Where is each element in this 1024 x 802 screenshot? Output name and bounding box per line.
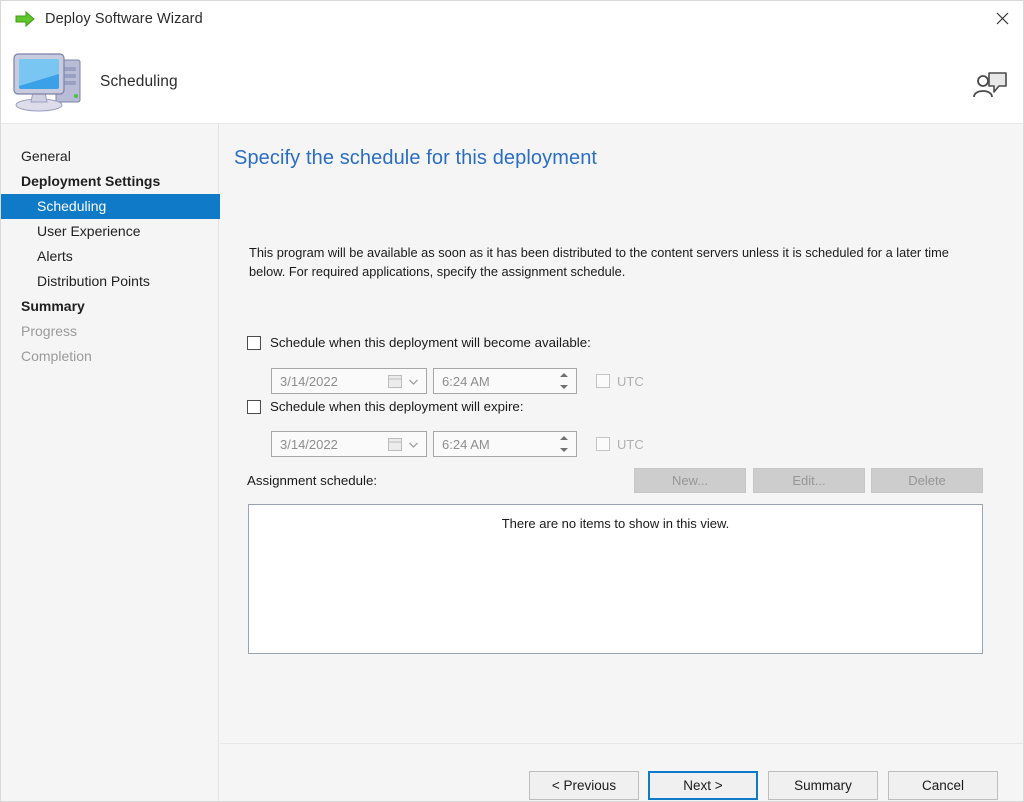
sidebar-item-label: Completion — [21, 348, 92, 364]
schedule-available-label: Schedule when this deployment will becom… — [270, 335, 591, 350]
title-bar-left-group: Deploy Software Wizard — [15, 10, 203, 28]
expire-date-input[interactable]: 3/14/2022 — [271, 431, 427, 457]
assignment-delete-button: Delete — [871, 468, 983, 493]
sidebar-item-scheduling[interactable]: Scheduling — [1, 194, 249, 219]
assignment-schedule-label: Assignment schedule: — [247, 473, 377, 488]
available-time-value: 6:24 AM — [434, 374, 490, 389]
schedule-available-fields: 3/14/2022 6:24 AM — [271, 368, 644, 394]
wizard-footer: < Previous Next > Summary Cancel — [220, 744, 1024, 802]
schedule-expire-label: Schedule when this deployment will expir… — [270, 399, 524, 414]
calendar-icon — [388, 437, 402, 451]
cancel-button[interactable]: Cancel — [888, 771, 998, 800]
page-title: Specify the schedule for this deployment — [234, 147, 597, 170]
sidebar-item-alerts[interactable]: Alerts — [1, 244, 218, 269]
close-icon[interactable] — [979, 1, 1024, 35]
calendar-icon — [388, 374, 402, 388]
sidebar-item-label: General — [21, 148, 71, 164]
spinner-down-icon[interactable] — [559, 384, 569, 390]
spinner-down-icon[interactable] — [559, 447, 569, 453]
sidebar-item-user-experience[interactable]: User Experience — [1, 219, 218, 244]
schedule-available-checkbox-row[interactable]: Schedule when this deployment will becom… — [247, 335, 591, 350]
expire-utc-label: UTC — [617, 437, 644, 452]
spinner-up-icon[interactable] — [559, 435, 569, 441]
sidebar-item-distribution-points[interactable]: Distribution Points — [1, 269, 218, 294]
sidebar-item-label: Alerts — [37, 248, 73, 264]
sidebar-item-label: Scheduling — [37, 198, 106, 214]
chevron-down-icon[interactable] — [409, 379, 418, 385]
sidebar-item-label: User Experience — [37, 223, 141, 239]
listbox-empty-message: There are no items to show in this view. — [249, 505, 982, 531]
green-right-arrow-icon — [15, 10, 35, 28]
assignment-schedule-listbox[interactable]: There are no items to show in this view. — [248, 504, 983, 654]
wizard-step-sidebar: General Deployment Settings Scheduling U… — [1, 124, 219, 802]
assignment-edit-button: Edit... — [753, 468, 865, 493]
intro-description: This program will be available as soon a… — [249, 243, 959, 281]
schedule-expire-fields: 3/14/2022 6:24 AM — [271, 431, 644, 457]
window-title: Deploy Software Wizard — [45, 11, 203, 27]
sidebar-item-progress: Progress — [1, 319, 218, 344]
main-content: Specify the schedule for this deployment… — [220, 124, 1024, 802]
sidebar-item-deployment-settings[interactable]: Deployment Settings — [1, 169, 218, 194]
available-time-input[interactable]: 6:24 AM — [433, 368, 577, 394]
sidebar-item-general[interactable]: General — [1, 144, 218, 169]
computer-icon — [11, 48, 91, 114]
sidebar-item-label: Distribution Points — [37, 273, 150, 289]
expire-time-spinner[interactable] — [558, 435, 570, 453]
expire-time-value: 6:24 AM — [434, 437, 490, 452]
page-header-title: Scheduling — [100, 73, 178, 91]
expire-utc-checkbox — [596, 437, 610, 451]
expire-time-input[interactable]: 6:24 AM — [433, 431, 577, 457]
sidebar-item-label: Deployment Settings — [21, 173, 160, 189]
sidebar-item-completion: Completion — [1, 344, 218, 369]
expire-date-value: 3/14/2022 — [272, 437, 338, 452]
summary-button[interactable]: Summary — [768, 771, 878, 800]
sidebar-item-label: Progress — [21, 323, 77, 339]
spinner-up-icon[interactable] — [559, 372, 569, 378]
feedback-person-icon[interactable] — [972, 67, 1008, 99]
available-utc-label: UTC — [617, 374, 644, 389]
schedule-expire-checkbox[interactable] — [247, 400, 261, 414]
available-time-spinner[interactable] — [558, 372, 570, 390]
sidebar-item-summary[interactable]: Summary — [1, 294, 218, 319]
available-date-input[interactable]: 3/14/2022 — [271, 368, 427, 394]
expire-utc-group: UTC — [596, 437, 644, 452]
deploy-software-wizard-window: Deploy Software Wizard Scheduling — [0, 0, 1024, 802]
available-utc-group: UTC — [596, 374, 644, 389]
available-date-value: 3/14/2022 — [272, 374, 338, 389]
sidebar-item-label: Summary — [21, 298, 85, 314]
assignment-new-button: New... — [634, 468, 746, 493]
next-button[interactable]: Next > — [648, 771, 758, 800]
schedule-expire-checkbox-row[interactable]: Schedule when this deployment will expir… — [247, 399, 524, 414]
schedule-available-checkbox[interactable] — [247, 336, 261, 350]
available-utc-checkbox — [596, 374, 610, 388]
chevron-down-icon[interactable] — [409, 442, 418, 448]
page-header: Scheduling — [1, 41, 1024, 124]
title-bar: Deploy Software Wizard — [1, 1, 1024, 41]
previous-button[interactable]: < Previous — [529, 771, 639, 800]
